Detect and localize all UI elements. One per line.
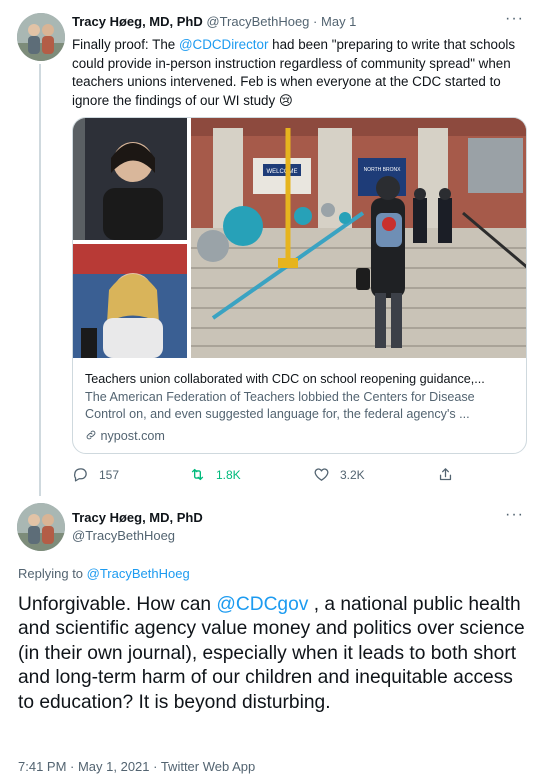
avatar[interactable] [17,503,65,551]
tweet-timestamp[interactable]: 7:41 PM · May 1, 2021 · Twitter Web App [18,759,255,774]
header-separator: · [313,14,318,29]
share-icon [439,468,452,481]
tweet-header: Tracy Høeg, MD, PhD @TracyBethHoeg · May… [72,14,356,29]
reply-button[interactable]: 157 [72,466,119,483]
heart-icon [314,468,329,481]
mention-link[interactable]: @CDCgov [216,594,308,615]
link-icon [86,430,96,439]
retweet-button[interactable]: 1.8K [189,466,241,483]
sign-school: NORTH BRONX [364,167,402,173]
more-options-icon[interactable]: ··· [505,506,524,524]
replying-to: Replying to @TracyBethHoeg [18,566,190,581]
author-name[interactable]: Tracy Høeg, MD, PhD [72,510,203,525]
card-description: The American Federation of Teachers lobb… [85,389,475,422]
reply-count: 157 [99,467,120,482]
link-preview-card[interactable]: WELCOME NORTH BRONX Teachers union colla… [72,117,527,454]
share-button[interactable] [437,466,454,483]
replying-label: Replying to [18,566,87,581]
card-domain-text: nypost.com [100,428,165,443]
reply-icon [74,468,87,482]
avatar-photo [17,503,65,551]
card-meta: Teachers union collaborated with CDC on … [85,371,515,445]
like-button[interactable]: 3.2K [313,466,365,483]
tweet-text-part: Unforgivable. How can [18,594,217,615]
card-image: WELCOME NORTH BRONX [73,118,526,358]
author-handle[interactable]: @TracyBethHoeg [206,14,309,29]
tweet-text: Finally proof: The @CDCDirector had been… [72,36,527,110]
retweet-icon [191,468,204,481]
tweet-text: Unforgivable. How can @CDCgov , a nation… [18,593,528,715]
mention-link[interactable]: @CDCDirector [179,37,268,52]
sign-welcome: WELCOME [266,169,297,175]
replying-handle-link[interactable]: @TracyBethHoeg [87,566,190,581]
retweet-count: 1.8K [216,467,241,482]
tweet-actions: 157 1.8K 3.2K [72,466,472,486]
avatar-photo [17,13,65,61]
avatar[interactable] [17,13,65,61]
thread-line [39,64,41,496]
tweet-date[interactable]: May 1 [321,14,356,29]
more-options-icon[interactable]: ··· [505,10,524,28]
tweet-text-part: Finally proof: The [72,37,179,52]
like-count: 3.2K [340,467,365,482]
author-name[interactable]: Tracy Høeg, MD, PhD [72,14,203,29]
card-title: Teachers union collaborated with CDC on … [85,372,485,386]
card-domain: nypost.com [85,428,515,446]
author-handle[interactable]: @TracyBethHoeg [72,528,175,543]
